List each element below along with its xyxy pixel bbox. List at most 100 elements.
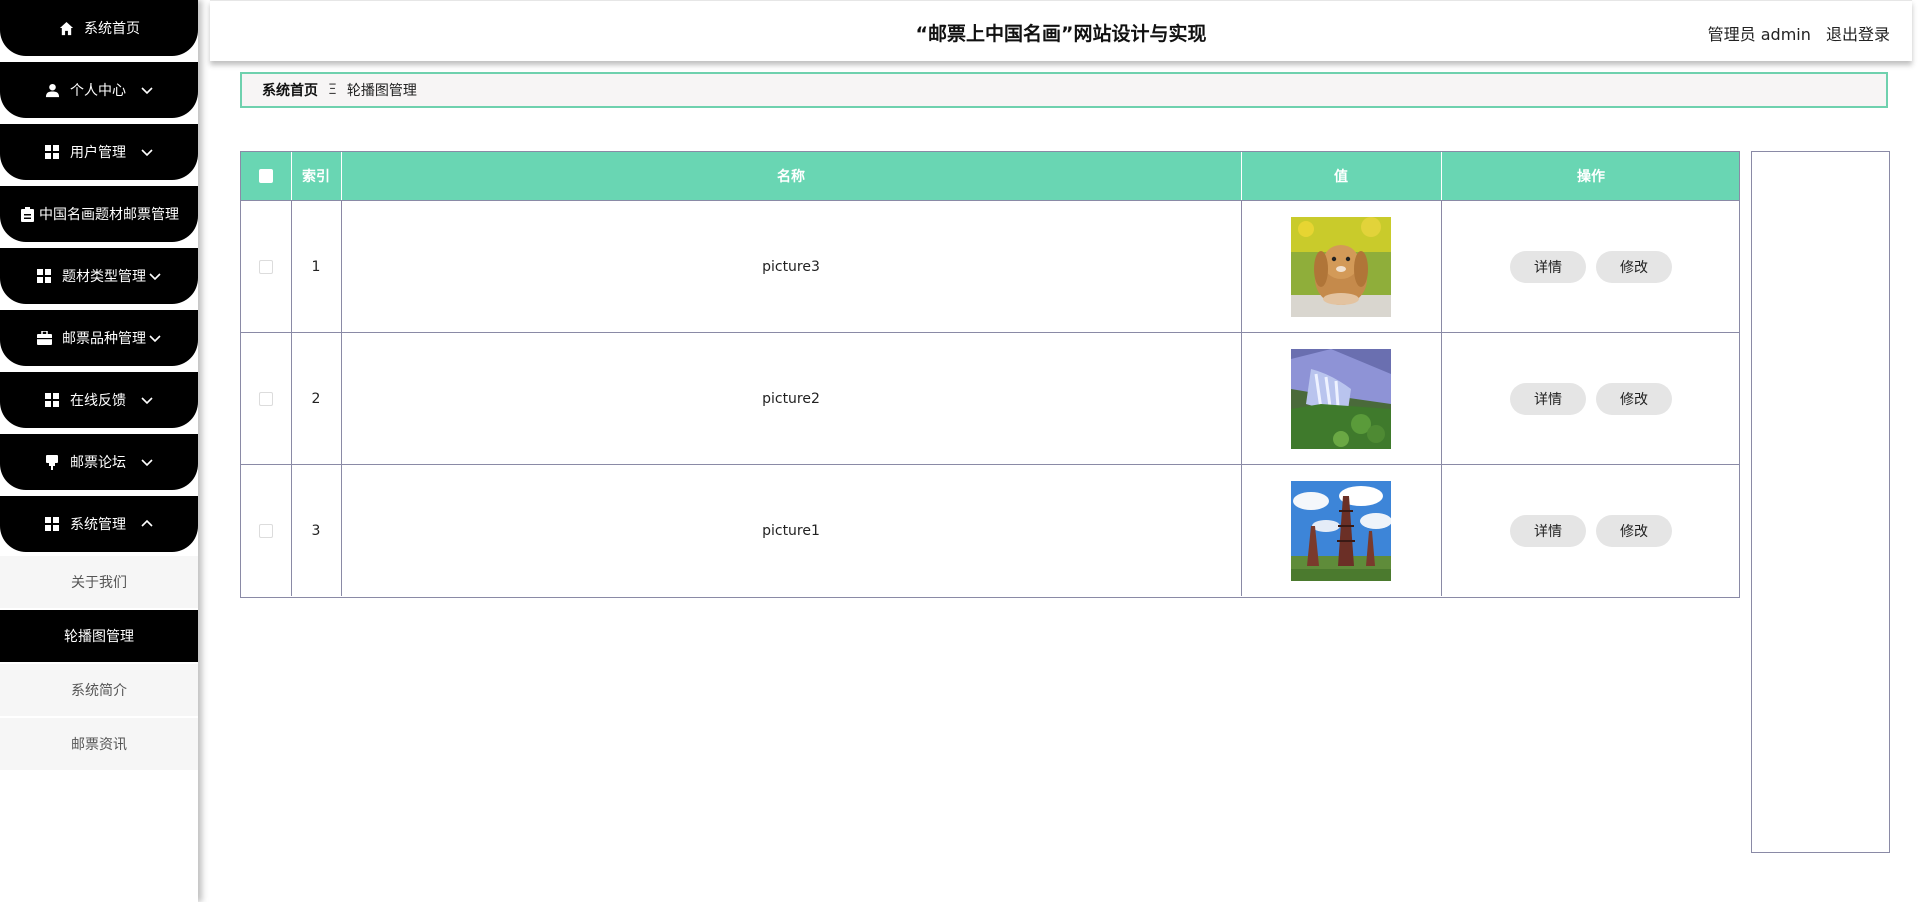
header-name: 名称 bbox=[777, 169, 805, 185]
column-divider bbox=[291, 201, 292, 332]
grid-icon bbox=[44, 144, 60, 160]
row-checkbox[interactable] bbox=[259, 523, 273, 538]
row-actions: 详情 修改 bbox=[1441, 201, 1741, 332]
user-role: 管理员 admin bbox=[1707, 25, 1811, 44]
column-divider bbox=[1241, 333, 1242, 464]
table-header: 索引 名称 值 操作 bbox=[241, 152, 1739, 200]
edit-button[interactable]: 修改 bbox=[1596, 382, 1672, 415]
row-name: picture3 bbox=[762, 258, 820, 275]
row-index: 1 bbox=[311, 258, 321, 275]
sidebar-item-label: 在线反馈 bbox=[70, 393, 126, 409]
row-select-cell bbox=[241, 333, 291, 464]
sidebar-item-label: 系统首页 bbox=[84, 21, 140, 37]
sidebar-item-home[interactable]: 系统首页 bbox=[0, 0, 198, 56]
row-image-cell bbox=[1241, 201, 1441, 332]
submenu-stamp-news[interactable]: 邮票资讯 bbox=[0, 718, 198, 770]
top-header: “邮票上中国名画”网站设计与实现 管理员 admin 退出登录 bbox=[210, 0, 1912, 61]
sidebar-item-system[interactable]: 系统管理 bbox=[0, 496, 198, 552]
chevron-down-icon bbox=[140, 145, 154, 159]
edit-button[interactable]: 修改 bbox=[1596, 250, 1672, 283]
header-actions: 操作 bbox=[1577, 169, 1605, 185]
row-index: 3 bbox=[311, 522, 321, 539]
chevron-down-icon bbox=[140, 393, 154, 407]
chevron-down-icon bbox=[148, 331, 162, 345]
column-divider bbox=[341, 201, 342, 332]
pagoda-image bbox=[1291, 480, 1391, 581]
chevron-down-icon bbox=[140, 455, 154, 469]
row-index: 2 bbox=[311, 390, 321, 407]
sidebar-item-label: 中国名画题材邮票管理 bbox=[39, 207, 179, 223]
column-divider bbox=[291, 465, 292, 596]
clipboard-icon bbox=[19, 206, 35, 222]
row-image-cell bbox=[1241, 465, 1441, 596]
submenu-about-us[interactable]: 关于我们 bbox=[0, 556, 198, 610]
submenu-label: 轮播图管理 bbox=[64, 629, 134, 645]
row-name: picture1 bbox=[762, 522, 820, 539]
row-select-cell bbox=[241, 465, 291, 596]
sidebar-item-label: 邮票论坛 bbox=[70, 455, 126, 471]
column-divider bbox=[1241, 201, 1242, 332]
sidebar-item-personal[interactable]: 个人中心 bbox=[0, 62, 198, 118]
pin-icon bbox=[44, 454, 60, 470]
sidebar-item-label: 题材类型管理 bbox=[62, 269, 146, 285]
header-select-all bbox=[241, 152, 291, 200]
sidebar: 系统首页 个人中心 用户管理 中国名画题材邮票管理 题材类型管理 邮票品种管理 … bbox=[0, 0, 198, 902]
column-divider bbox=[291, 152, 292, 200]
sidebar-item-label: 用户管理 bbox=[70, 145, 126, 161]
detail-button[interactable]: 详情 bbox=[1510, 514, 1586, 547]
rabbit-image bbox=[1291, 216, 1391, 317]
row-image-cell bbox=[1241, 333, 1441, 464]
logout-link[interactable]: 退出登录 bbox=[1826, 25, 1890, 44]
carousel-table: 索引 名称 值 操作 1 picture3 详情 修改 2 picture2 详… bbox=[240, 151, 1740, 598]
column-divider bbox=[341, 152, 342, 200]
edit-button[interactable]: 修改 bbox=[1596, 514, 1672, 547]
breadcrumb-current: 轮播图管理 bbox=[346, 83, 417, 99]
sidebar-item-users[interactable]: 用户管理 bbox=[0, 124, 198, 180]
sidebar-item-label: 邮票品种管理 bbox=[62, 331, 146, 347]
sidebar-item-theme-types[interactable]: 题材类型管理 bbox=[0, 248, 198, 304]
row-name: picture2 bbox=[762, 390, 820, 407]
select-all-checkbox[interactable] bbox=[259, 169, 273, 183]
breadcrumb-home[interactable]: 系统首页 bbox=[262, 80, 318, 100]
chevron-up-icon bbox=[140, 517, 154, 531]
row-checkbox[interactable] bbox=[259, 391, 273, 406]
sidebar-item-stamp-management[interactable]: 中国名画题材邮票管理 bbox=[0, 186, 198, 242]
briefcase-icon bbox=[36, 330, 52, 346]
sidebar-item-feedback[interactable]: 在线反馈 bbox=[0, 372, 198, 428]
column-divider bbox=[1441, 465, 1442, 596]
column-divider bbox=[291, 333, 292, 464]
submenu-carousel-management[interactable]: 轮播图管理 bbox=[0, 610, 198, 662]
column-divider bbox=[1441, 152, 1442, 200]
column-divider bbox=[341, 465, 342, 596]
submenu-system-intro[interactable]: 系统简介 bbox=[0, 664, 198, 718]
sidebar-item-stamp-varieties[interactable]: 邮票品种管理 bbox=[0, 310, 198, 366]
sidebar-item-label: 系统管理 bbox=[70, 517, 126, 533]
breadcrumb: 系统首页 Ξ 轮播图管理 bbox=[240, 72, 1888, 108]
sidebar-item-label: 个人中心 bbox=[70, 83, 126, 99]
row-actions: 详情 修改 bbox=[1441, 465, 1741, 596]
header-index: 索引 bbox=[302, 169, 330, 185]
row-checkbox[interactable] bbox=[259, 259, 273, 274]
detail-button[interactable]: 详情 bbox=[1510, 250, 1586, 283]
row-select-cell bbox=[241, 201, 291, 332]
submenu-label: 邮票资讯 bbox=[71, 737, 127, 753]
column-divider bbox=[1441, 201, 1442, 332]
side-panel bbox=[1751, 151, 1890, 853]
submenu-label: 系统简介 bbox=[71, 683, 127, 699]
breadcrumb-separator: Ξ bbox=[328, 82, 337, 98]
waterfall-image bbox=[1291, 348, 1391, 449]
grid-icon bbox=[44, 392, 60, 408]
table-row: 1 picture3 详情 修改 bbox=[241, 200, 1739, 332]
home-icon bbox=[58, 20, 74, 36]
app-title: “邮票上中国名画”网站设计与实现 bbox=[915, 23, 1207, 45]
submenu-label: 关于我们 bbox=[71, 575, 127, 591]
row-actions: 详情 修改 bbox=[1441, 333, 1741, 464]
header-value: 值 bbox=[1334, 169, 1348, 185]
person-icon bbox=[44, 82, 60, 98]
user-info: 管理员 admin 退出登录 bbox=[1698, 21, 1890, 45]
chevron-down-icon bbox=[140, 83, 154, 97]
detail-button[interactable]: 详情 bbox=[1510, 382, 1586, 415]
sidebar-item-forum[interactable]: 邮票论坛 bbox=[0, 434, 198, 490]
grid-icon bbox=[44, 516, 60, 532]
column-divider bbox=[1241, 152, 1242, 200]
